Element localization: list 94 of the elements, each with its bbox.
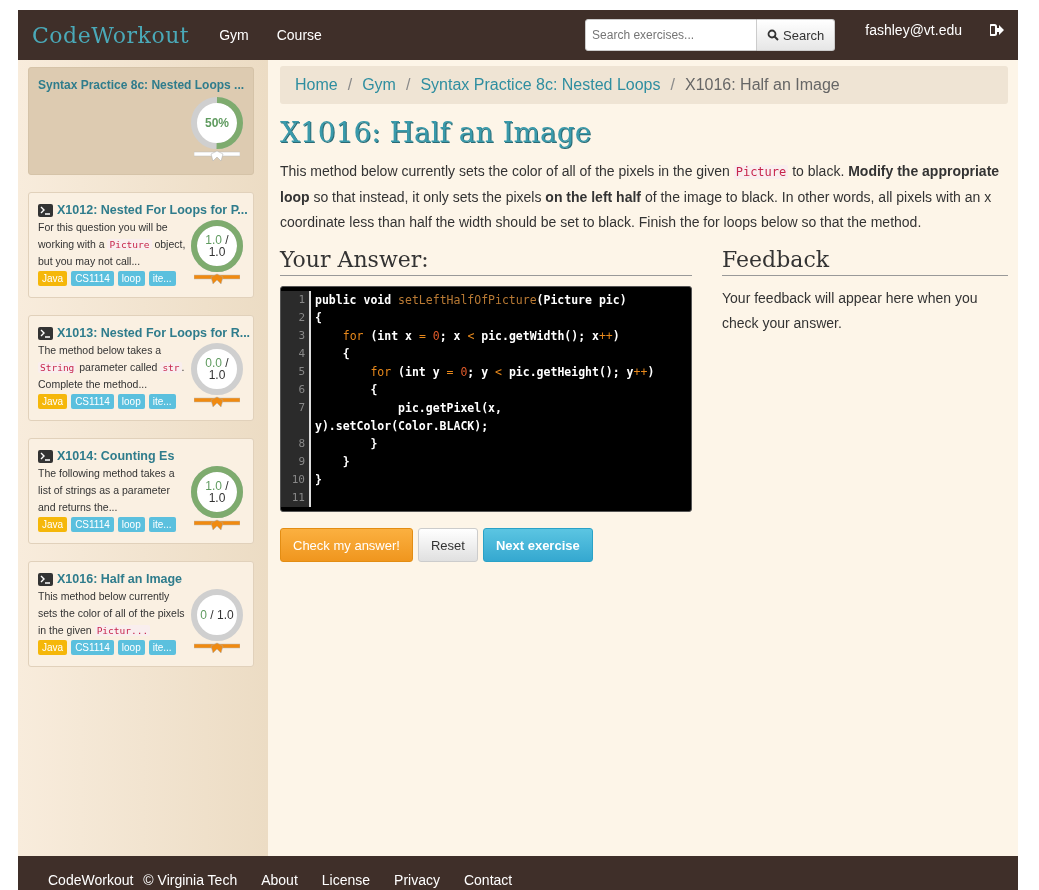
search-icon	[767, 29, 780, 41]
answer-heading: Your Answer:	[280, 247, 692, 276]
feedback-heading: Feedback	[722, 247, 1008, 276]
tag[interactable]: CS1114	[71, 517, 114, 532]
score-ring	[190, 465, 244, 519]
exercise-title[interactable]: X1013: Nested For Loops for R...	[57, 326, 251, 340]
code-line: for (int x = 0; x < pic.getWidth(); x++)	[341, 328, 621, 345]
exercise-title[interactable]: X1016: Half an Image	[57, 572, 183, 586]
line-number: 11	[281, 489, 311, 507]
code-editor[interactable]	[280, 286, 692, 512]
code-line: {	[314, 310, 323, 327]
code-line: }	[341, 454, 351, 471]
line-number: 9	[281, 453, 311, 471]
code-line: }	[314, 472, 323, 489]
line-number: 7	[281, 399, 311, 435]
exercise-description: The following method takes a list of strings as a parameter and returns the...	[38, 466, 176, 515]
code-line: public void setLeftHalfOfPicture(Picture pic)	[314, 292, 628, 309]
breadcrumb-item[interactable]: X1016: Half an Image	[684, 76, 840, 94]
exercise-card[interactable]: X1012: Nested For Loops for P... For this question you will be working with a Picture object, but you may not call... Java CS1114 loop ite... 1.0 / 1.0	[28, 192, 254, 298]
action-button[interactable]: Next exercise	[482, 528, 593, 562]
workout-title[interactable]: Syntax Practice 8c: Nested Loops ...	[38, 78, 244, 92]
code-line: {	[341, 346, 351, 363]
breadcrumb-separator: /	[347, 76, 353, 94]
tag[interactable]: CS1114	[71, 394, 114, 409]
code-line: for (int y = 0; y < pic.getHeight(); y++)	[369, 364, 656, 381]
breadcrumb-separator: /	[405, 76, 411, 94]
exercise-description: The method below takes a String parameter called str . Complete the method...	[38, 343, 186, 392]
code-line: {	[369, 382, 379, 399]
tag[interactable]: ite...	[148, 394, 176, 409]
exercise-card[interactable]: X1016: Half an Image This method below currently sets the color of all of the pixels in the given Pictur... Java CS1114 loop ite... 0 / 1.0	[28, 561, 254, 667]
user-email[interactable]: fashley@vt.edu	[865, 22, 962, 38]
score-text: 0.0 / 1.0	[204, 357, 230, 381]
code-line: pic.getPixel(x, y).setColor(Color.BLACK);	[314, 400, 503, 435]
action-button[interactable]: Check my answer!	[280, 528, 413, 562]
search-button[interactable]: Search	[757, 19, 836, 51]
score-text: 50%	[205, 117, 229, 129]
tag[interactable]: Java	[38, 271, 68, 286]
footer-link[interactable]: About	[261, 872, 298, 888]
line-number: 6	[281, 381, 311, 399]
score-text: 1.0 / 1.0	[204, 234, 230, 258]
terminal-icon	[38, 203, 53, 217]
exercise-heading: X1016: Half an Image	[280, 116, 593, 149]
tag[interactable]: ite...	[148, 271, 176, 286]
tag[interactable]: Java	[38, 517, 68, 532]
search-field[interactable]: Search exercises...	[585, 19, 758, 51]
footer-link[interactable]: Privacy	[394, 872, 440, 888]
exercise-card[interactable]: X1014: Counting Es The following method takes a list of strings as a parameter and returns the... Java CS1114 loop ite... 1.0 / 1.0	[28, 438, 254, 544]
breadcrumb-item[interactable]: Gym	[362, 76, 396, 94]
tag[interactable]: CS1114	[71, 271, 114, 286]
code-line: }	[369, 436, 379, 453]
exercise-prompt: This method below currently sets the color of all of the pixels in the given Picture to black. Modify the appropriate loop so that instead, it only sets the pixels on the left half of the image to black. In other words, all pixels with an x coordinate less than half the width should be set to black. Finish the for loops below so that the method.	[280, 162, 1001, 232]
exercise-description: For this question you will be working with a Picture object, but you may not call...	[38, 220, 186, 269]
copyright-text: © Virginia Tech	[143, 872, 238, 888]
terminal-icon	[38, 326, 53, 340]
score-ring	[190, 588, 244, 642]
nav-link[interactable]: Gym	[219, 27, 249, 43]
breadcrumb-separator: /	[670, 76, 675, 94]
line-number: 5	[281, 363, 311, 381]
footer-link[interactable]: License	[321, 872, 371, 888]
nav-link[interactable]: Course	[276, 27, 322, 43]
line-number: 2	[281, 309, 311, 327]
line-number: 10	[281, 471, 311, 489]
tag[interactable]: loop	[117, 394, 145, 409]
tag[interactable]: Java	[38, 640, 68, 655]
exercise-card[interactable]: X1013: Nested For Loops for R... The method below takes a String parameter called str . Complete the method... Java CS1114 loop ite... 0.0 / 1.0	[28, 315, 254, 421]
action-button[interactable]: Reset	[417, 528, 478, 562]
workout-card[interactable]: Syntax Practice 8c: Nested Loops ... 50%	[28, 67, 254, 175]
brand-logo[interactable]: CodeWorkout	[32, 22, 190, 48]
tag[interactable]: CS1114	[71, 640, 114, 655]
logout-icon[interactable]	[990, 24, 1004, 36]
footer-brand: CodeWorkout	[48, 872, 134, 888]
tag[interactable]: Java	[38, 394, 68, 409]
breadcrumb-item[interactable]: Syntax Practice 8c: Nested Loops	[420, 76, 661, 94]
exercise-title[interactable]: X1014: Counting Es	[57, 449, 175, 463]
score-ring	[190, 219, 244, 273]
tag[interactable]: loop	[117, 640, 145, 655]
line-number: 8	[281, 435, 311, 453]
tag[interactable]: loop	[117, 517, 145, 532]
breadcrumb-item[interactable]: Home	[295, 76, 338, 94]
tag[interactable]: ite...	[148, 517, 176, 532]
footer-link[interactable]: Contact	[463, 872, 513, 888]
feedback-text: Your feedback will appear here when you check your answer.	[722, 289, 979, 333]
line-number: 4	[281, 345, 311, 363]
score-text: 0 / 1.0	[200, 609, 234, 621]
score-text: 1.0 / 1.0	[204, 480, 230, 504]
tag[interactable]: ite...	[148, 640, 176, 655]
terminal-icon	[38, 572, 53, 586]
line-number: 3	[281, 327, 311, 345]
exercise-description: This method below currently sets the color of all of the pixels in the given Pictur...	[38, 589, 186, 638]
exercise-title[interactable]: X1012: Nested For Loops for P...	[57, 203, 248, 217]
line-number: 1	[281, 291, 311, 309]
score-ring	[190, 342, 244, 396]
terminal-icon	[38, 449, 53, 463]
tag[interactable]: loop	[117, 271, 145, 286]
